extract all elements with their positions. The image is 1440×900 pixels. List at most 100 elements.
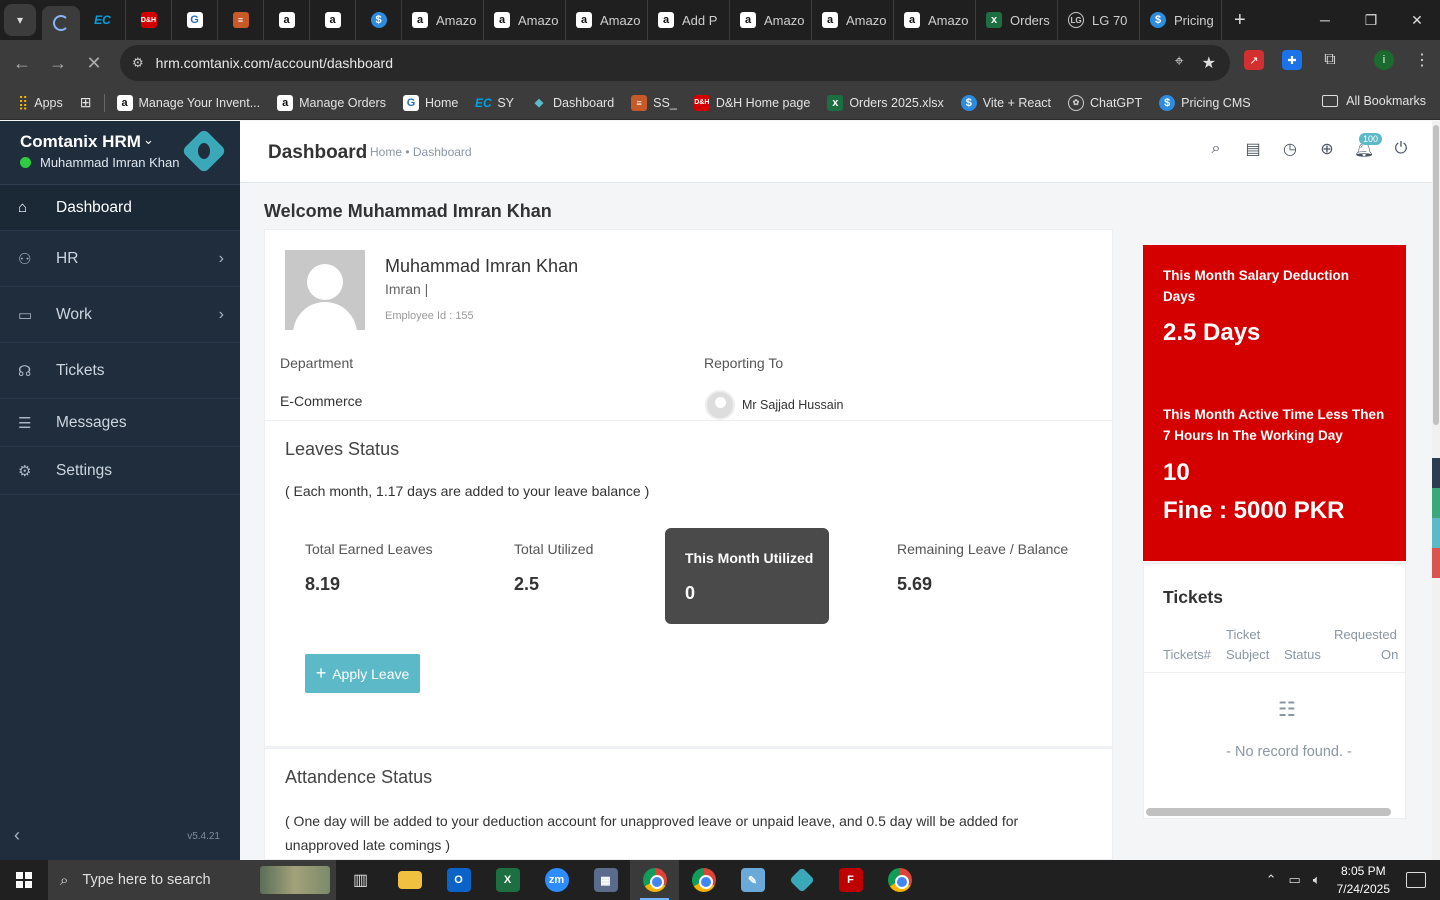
excel-icon[interactable]: X: [483, 860, 532, 900]
tab-pinned[interactable]: a: [264, 0, 310, 40]
bookmark-item[interactable]: x Orders 2025.xlsx: [827, 94, 944, 111]
browser-tab[interactable]: a Amazo: [484, 0, 566, 40]
back-arrow-icon[interactable]: ←: [4, 45, 40, 81]
tab-pinned[interactable]: G: [172, 0, 218, 40]
tab-search-button[interactable]: ▾: [4, 4, 36, 36]
brand-header[interactable]: Comtanix HRM ⌄ Muhammad Imran Khan: [0, 121, 240, 185]
browser-tab[interactable]: a Amazo: [566, 0, 648, 40]
chevron-down-icon[interactable]: ⌄: [143, 132, 154, 148]
chrome-icon[interactable]: [630, 860, 679, 900]
bookmark-item[interactable]: D&H D&H Home page: [693, 94, 810, 111]
tab-label: Amazo: [764, 12, 804, 28]
breadcrumb[interactable]: Home • Dashboard: [370, 145, 472, 159]
col-requested-line1[interactable]: Requested: [1334, 625, 1397, 645]
chevron-up-icon[interactable]: ⌃: [1266, 872, 1277, 888]
network-icon[interactable]: ▭: [1289, 872, 1301, 888]
restore-icon[interactable]: ❐: [1348, 0, 1394, 40]
stop-loading-icon[interactable]: ✕: [76, 45, 112, 81]
outlook-icon[interactable]: O: [434, 860, 483, 900]
tab-label: Amazo: [600, 12, 640, 28]
tab-pinned[interactable]: $: [356, 0, 402, 40]
notes-icon[interactable]: ▤: [1244, 140, 1262, 158]
bookmark-item[interactable]: $ Pricing CMS: [1159, 94, 1251, 111]
browser-tab[interactable]: a Add P: [648, 0, 730, 40]
power-icon[interactable]: ⏻: [1392, 140, 1410, 158]
bookmark-star-icon[interactable]: ★: [1202, 53, 1216, 73]
profile-avatar-icon[interactable]: i: [1374, 50, 1394, 70]
sidebar-item-hr[interactable]: ⚇ HR ›: [0, 231, 240, 287]
browser-tab[interactable]: $ Pricing: [1140, 0, 1222, 40]
tab-pinned[interactable]: a: [310, 0, 356, 40]
sidebar-item-settings[interactable]: ⚙ Settings: [0, 447, 240, 495]
tab-pinned[interactable]: D&H: [126, 0, 172, 40]
comtanix-app-icon[interactable]: [777, 860, 826, 900]
bookmark-item[interactable]: $ Vite + React: [960, 94, 1051, 111]
add-circle-icon[interactable]: ⊕: [1318, 140, 1336, 158]
lg-favicon-icon: LG: [1068, 12, 1084, 28]
bookmark-item[interactable]: a Manage Orders: [277, 94, 386, 111]
amazon-favicon-icon: a: [278, 12, 295, 28]
apply-leave-button[interactable]: + Apply Leave: [305, 654, 420, 693]
close-window-icon[interactable]: ✕: [1394, 0, 1440, 40]
bookmark-item[interactable]: ✿ ChatGPT: [1068, 94, 1142, 111]
sidebar-item-messages[interactable]: ☰ Messages: [0, 399, 240, 447]
bookmark-item[interactable]: ◆ Dashboard: [531, 95, 614, 111]
taskbar-search-input[interactable]: ⌕ Type here to search: [48, 860, 336, 900]
browser-tab[interactable]: x Orders: [976, 0, 1058, 40]
scrollbar-thumb[interactable]: [1433, 125, 1439, 425]
action-center-icon[interactable]: [1406, 872, 1426, 888]
tab-active-loading[interactable]: [42, 6, 80, 40]
new-tab-button[interactable]: +: [1234, 9, 1246, 32]
tab-pinned[interactable]: EC: [80, 0, 126, 40]
browser-tab[interactable]: a Amazo: [402, 0, 484, 40]
notepad-icon[interactable]: ✎: [728, 860, 777, 900]
bookmark-apps[interactable]: ⣿ Apps: [18, 94, 63, 111]
pdf-extension-icon[interactable]: ↗: [1244, 50, 1264, 70]
tab-pinned[interactable]: ≡: [218, 0, 264, 40]
bookmark-item[interactable]: ≡ SS_: [631, 94, 677, 111]
minimize-icon[interactable]: ─: [1302, 0, 1348, 40]
sidebar-item-dashboard[interactable]: ⌂ Dashboard: [0, 185, 240, 231]
browser-tab[interactable]: LG LG 70: [1058, 0, 1140, 40]
extensions-puzzle-icon[interactable]: ⧉: [1320, 50, 1340, 70]
col-status[interactable]: Status: [1284, 645, 1321, 665]
col-ticket-subject-line1[interactable]: Ticket: [1226, 625, 1260, 645]
sidebar-item-tickets[interactable]: ☊ Tickets: [0, 343, 240, 399]
bookmark-item[interactable]: EC SY: [475, 95, 514, 111]
sidebar-user-name: Muhammad Imran Khan: [40, 155, 180, 170]
site-settings-icon[interactable]: ⚙: [132, 55, 144, 71]
address-bar[interactable]: ⚙ hrm.comtanix.com/account/dashboard ⌖ ★: [120, 45, 1230, 81]
search-icon[interactable]: ⌕: [1207, 140, 1225, 158]
chrome-profile-icon[interactable]: [679, 860, 728, 900]
blue-extension-icon[interactable]: ✚: [1282, 50, 1302, 70]
col-ticket-subject-line2[interactable]: Subject: [1226, 645, 1269, 665]
location-pin-icon[interactable]: ⌖: [1175, 53, 1184, 73]
bookmark-item[interactable]: a Manage Your Invent...: [116, 94, 260, 111]
system-clock[interactable]: 8:05 PM 7/24/2025: [1337, 862, 1390, 898]
collapse-sidebar-icon[interactable]: ‹: [14, 825, 20, 846]
chrome-alt-icon[interactable]: [875, 860, 924, 900]
bookmark-grid[interactable]: ⊞: [80, 94, 92, 111]
task-view-icon[interactable]: ▥: [336, 860, 385, 900]
sidebar-item-work[interactable]: ▭ Work ›: [0, 287, 240, 343]
browser-tab[interactable]: a Amazo: [812, 0, 894, 40]
volume-icon[interactable]: 🔈︎: [1313, 872, 1321, 888]
bell-icon[interactable]: 🔔︎ 100: [1354, 133, 1383, 158]
excel-favicon-icon: x: [986, 12, 1002, 28]
browser-tab[interactable]: a Amazo: [894, 0, 976, 40]
all-bookmarks-button[interactable]: All Bookmarks: [1322, 94, 1426, 108]
col-tickets-number[interactable]: Tickets#: [1163, 645, 1211, 665]
filezilla-icon[interactable]: F: [826, 860, 875, 900]
tickets-horizontal-scrollbar[interactable]: [1146, 808, 1391, 816]
browser-tab[interactable]: a Amazo: [730, 0, 812, 40]
kebab-menu-icon[interactable]: ⋮: [1412, 50, 1432, 70]
forward-arrow-icon[interactable]: →: [40, 45, 76, 81]
col-requested-line2[interactable]: On: [1381, 645, 1398, 665]
zoom-icon[interactable]: zm: [532, 860, 581, 900]
calculator-icon[interactable]: ▦: [581, 860, 630, 900]
department-value: E-Commerce: [280, 393, 363, 409]
file-explorer-icon[interactable]: [385, 860, 434, 900]
bookmark-item[interactable]: G Home: [402, 94, 458, 111]
clock-icon[interactable]: ◷: [1281, 140, 1299, 158]
start-button[interactable]: [0, 860, 48, 900]
